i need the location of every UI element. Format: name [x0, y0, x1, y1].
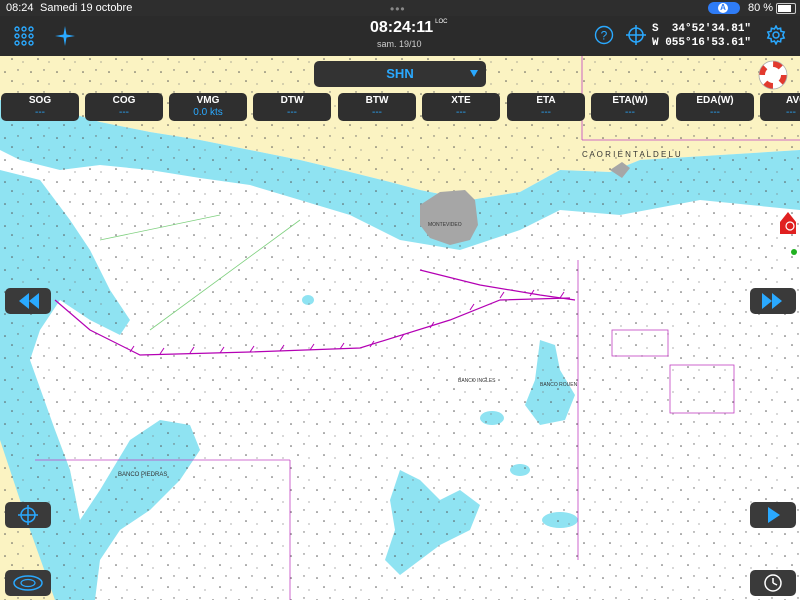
nautical-chart[interactable]: C A O R I E N T A L D E L U MONTEVIDEO B… [0, 56, 800, 600]
track-ellipse-icon [13, 575, 43, 591]
status-time: 08:24 [6, 2, 34, 14]
position-readout: S 34°52'34.81" W 055°16'53.61" [652, 22, 751, 50]
instrument-vmg[interactable]: VMG 0.0 kts [169, 93, 247, 121]
lifebuoy-icon[interactable] [757, 59, 789, 91]
clock-date: sam. 19/10 [377, 39, 422, 49]
battery-fill [778, 5, 791, 12]
instrument-label: AVG [786, 95, 800, 106]
chart-canvas[interactable]: C A O R I E N T A L D E L U MONTEVIDEO B… [0, 56, 800, 600]
clock-suffix: LOC [435, 19, 448, 25]
instrument-dtw[interactable]: DTW --- [253, 93, 331, 121]
instrument-value: --- [372, 107, 382, 118]
city-label: MONTEVIDEO [428, 222, 462, 228]
center-position-button[interactable] [5, 502, 51, 528]
instrument-label: DTW [280, 95, 304, 106]
instrument-value: --- [35, 107, 45, 118]
clock-icon [764, 574, 782, 592]
instrument-label: BTW [365, 95, 389, 106]
play-icon [768, 507, 780, 523]
instrument-value: --- [456, 107, 466, 118]
instrument-value: --- [786, 107, 796, 118]
battery-icon [776, 3, 796, 14]
instrument-label: VMG [196, 95, 220, 106]
bank-rouen-label: BANCO ROUEN [540, 382, 578, 388]
timer-button[interactable] [750, 570, 796, 596]
compass-star-icon[interactable] [55, 26, 75, 46]
instrument-eta-w[interactable]: ETA(W) --- [591, 93, 669, 121]
status-date: Samedi 19 octobre [40, 2, 133, 14]
double-chevron-right-icon [762, 293, 782, 309]
depth-soundings [0, 56, 800, 600]
track-button[interactable] [5, 570, 51, 596]
play-button[interactable] [750, 502, 796, 528]
instrument-eda-w[interactable]: EDA(W) --- [676, 93, 754, 121]
instrument-value: --- [541, 107, 551, 118]
route-selector-value: SHN [386, 66, 414, 81]
instrument-value: 0.0 kts [193, 107, 223, 118]
battery-percent: 80 % [748, 2, 774, 14]
help-icon[interactable]: ? [594, 25, 614, 45]
location-badge-letter: A [718, 3, 728, 13]
longitude: W 055°16'53.61" [652, 37, 752, 49]
route-selector[interactable]: SHN [314, 61, 486, 87]
chevron-down-icon [470, 70, 478, 77]
skip-back-button[interactable] [5, 288, 51, 314]
instrument-label: XTE [451, 95, 471, 106]
instrument-value: --- [119, 107, 129, 118]
bank-ingles-label: BANCO INGLES [458, 378, 496, 384]
crosshair-icon [18, 505, 38, 525]
instrument-cog[interactable]: COG --- [85, 93, 163, 121]
clock-time: 08:24:11 [370, 19, 434, 36]
instrument-btw[interactable]: BTW --- [338, 93, 416, 121]
instrument-value: --- [625, 107, 635, 118]
instrument-label: EDA(W) [696, 95, 734, 106]
instrument-eta[interactable]: ETA --- [507, 93, 585, 121]
skip-forward-button[interactable] [750, 288, 796, 314]
instrument-label: ETA [536, 95, 556, 106]
navigation-top-bar: 08:24:11 LOC sam. 19/10 ? S 34°52'34.81" W… [0, 16, 800, 56]
crosshair-icon[interactable] [626, 25, 646, 45]
clock: 08:24:11 LOC sam. 19/10 [370, 19, 448, 49]
ios-status-bar: 08:24 Samedi 19 octobre ••• A 80 % [0, 0, 800, 16]
multitasking-dots-icon[interactable]: ••• [390, 2, 406, 16]
instrument-xte[interactable]: XTE --- [422, 93, 500, 121]
instrument-value: --- [287, 107, 297, 118]
settings-gear-icon[interactable] [766, 25, 786, 45]
double-chevron-left-icon [19, 293, 39, 309]
location-badge: A [708, 2, 740, 14]
svg-text:?: ? [601, 29, 608, 43]
instrument-label: SOG [28, 95, 52, 106]
instrument-sog[interactable]: SOG --- [1, 93, 79, 121]
instrument-label: ETA(W) [612, 95, 648, 106]
instrument-label: COG [112, 95, 136, 106]
instrument-value: --- [710, 107, 720, 118]
latitude: S 34°52'34.81" [652, 23, 752, 35]
grid-menu-icon[interactable] [14, 26, 34, 46]
bank-piedras-label: BANCO PIEDRAS [118, 472, 167, 478]
coast-label: C A O R I E N T A L D E L U [582, 150, 681, 159]
instrument-avg[interactable]: AVG--- [760, 93, 800, 121]
